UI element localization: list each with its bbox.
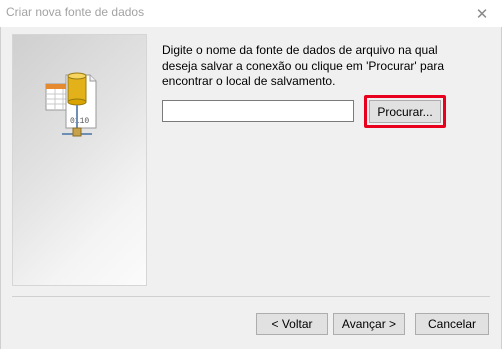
browse-button[interactable]: Procurar... <box>369 100 441 123</box>
instruction-text: Digite o nome da fonte de dados de arqui… <box>162 43 445 88</box>
data-source-wizard-icon: 0110 <box>45 72 97 137</box>
close-icon: ✕ <box>475 5 489 23</box>
footer-separator <box>12 296 490 297</box>
data-source-name-input[interactable] <box>162 100 354 122</box>
title-bar: Criar nova fonte de dados ✕ <box>0 0 502 27</box>
close-button[interactable]: ✕ <box>462 0 502 27</box>
window-left-border <box>0 27 1 349</box>
back-button[interactable]: < Voltar <box>256 313 328 335</box>
cancel-button[interactable]: Cancelar <box>415 313 489 335</box>
window-title: Criar nova fonte de dados <box>6 5 145 19</box>
svg-text:0110: 0110 <box>70 117 89 126</box>
database-icon <box>67 72 87 106</box>
next-button[interactable]: Avançar > <box>333 313 405 335</box>
